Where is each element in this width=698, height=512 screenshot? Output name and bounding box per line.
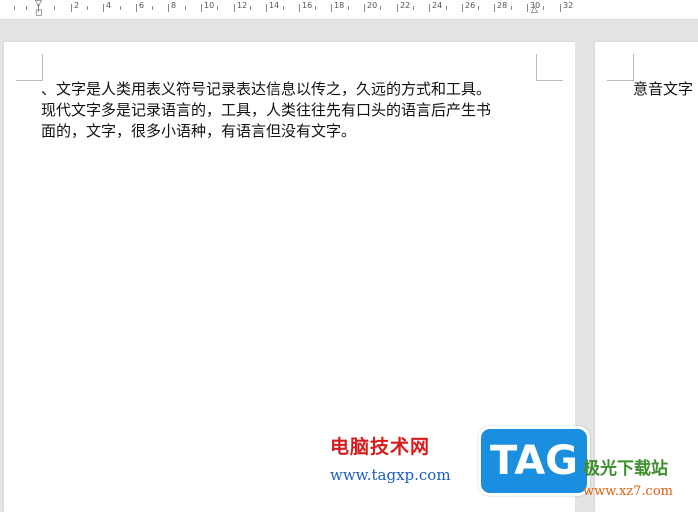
paragraph-line[interactable]: 现代文字多是记录语言的，工具，人类往往先有口头的语言后产生书 xyxy=(41,100,537,121)
ruler-tick xyxy=(250,6,251,10)
ruler-label: 18 xyxy=(334,1,345,10)
ruler-label: 32 xyxy=(563,1,574,10)
ruler-tick xyxy=(364,4,365,12)
ruler-label: 10 xyxy=(204,1,215,10)
paragraph-line[interactable]: 、文字是人类用表义符号记录表达信息以传之，久远的方式和工具。 xyxy=(41,79,537,100)
ruler-tick xyxy=(331,4,332,12)
watermark-site: 电脑技术网 www.tagxp.com xyxy=(330,432,480,492)
ruler-tick xyxy=(120,6,121,10)
ruler-tick xyxy=(413,6,414,10)
ruler-tick xyxy=(266,4,267,12)
ruler-label: 26 xyxy=(465,1,476,10)
ruler-tick xyxy=(26,6,27,10)
ruler-tick xyxy=(478,6,479,10)
ruler-tick xyxy=(71,4,72,12)
ruler-tick xyxy=(527,4,528,12)
ruler-label: 2 xyxy=(74,1,80,10)
ruler-tick xyxy=(283,6,284,10)
watermark-right-name: 极光下载站 xyxy=(583,459,668,479)
document-body-text[interactable]: 、文字是人类用表义符号记录表达信息以传之，久远的方式和工具。 现代文字多是记录语… xyxy=(41,79,537,142)
ruler-label: 24 xyxy=(432,1,443,10)
watermark-right-url: www.xz7.com xyxy=(583,484,673,499)
ruler-tick xyxy=(462,4,463,12)
ruler-tick xyxy=(234,4,235,12)
paragraph-line[interactable]: 面的，文字，很多小语种，有语言但没有文字。 xyxy=(41,121,537,142)
ruler-label: 4 xyxy=(106,1,112,10)
ruler-tick xyxy=(380,6,381,10)
ruler-tick xyxy=(201,4,202,12)
horizontal-ruler[interactable]: 2 4 6 8 10 12 14 16 18 20 22 24 26 28 30 32 ▽ ◻ △ xyxy=(0,0,698,20)
ruler-label: 12 xyxy=(237,1,248,10)
ruler-tick xyxy=(103,4,104,12)
ruler-label: 14 xyxy=(269,1,280,10)
ruler-tick xyxy=(348,6,349,10)
watermark-site-url: www.tagxp.com xyxy=(330,466,451,484)
ruler-tick xyxy=(54,6,55,10)
ruler-tick xyxy=(397,4,398,12)
left-indent-marker-icon[interactable]: ◻ xyxy=(35,9,42,18)
margin-corner-top-right xyxy=(536,54,563,81)
ruler-tick xyxy=(511,6,512,10)
ruler-tick xyxy=(136,4,137,12)
right-indent-marker-icon[interactable]: △ xyxy=(531,6,538,15)
ruler-tick xyxy=(14,6,15,10)
ruler-tick xyxy=(446,6,447,10)
ruler-tick xyxy=(315,6,316,10)
ruler-label: 20 xyxy=(367,1,378,10)
workspace-gap xyxy=(0,20,698,42)
ruler-tick xyxy=(299,4,300,12)
ruler-tick xyxy=(560,4,561,12)
tag-logo-icon: TAG xyxy=(478,426,590,496)
page2-text[interactable]: 意音文字 xyxy=(633,79,693,100)
ruler-tick xyxy=(217,6,218,10)
ruler-tick xyxy=(168,4,169,12)
ruler-tick xyxy=(185,6,186,10)
watermark-site-name: 电脑技术网 xyxy=(330,436,431,458)
ruler-label: 22 xyxy=(400,1,411,10)
ruler-tick xyxy=(152,6,153,10)
ruler-tick xyxy=(543,6,544,10)
ruler-tick xyxy=(87,6,88,10)
ruler-label: 16 xyxy=(302,1,313,10)
ruler-tick xyxy=(494,4,495,12)
margin-corner-top-left xyxy=(16,54,43,81)
ruler-label: 8 xyxy=(171,1,177,10)
document-page-2[interactable]: 意音文字 xyxy=(595,42,698,512)
ruler-label: 6 xyxy=(139,1,145,10)
ruler-tick xyxy=(429,4,430,12)
margin-corner-top-left xyxy=(607,54,634,81)
watermark-right: 极光下载站 www.xz7.com xyxy=(583,454,698,508)
ruler-label: 28 xyxy=(497,1,508,10)
